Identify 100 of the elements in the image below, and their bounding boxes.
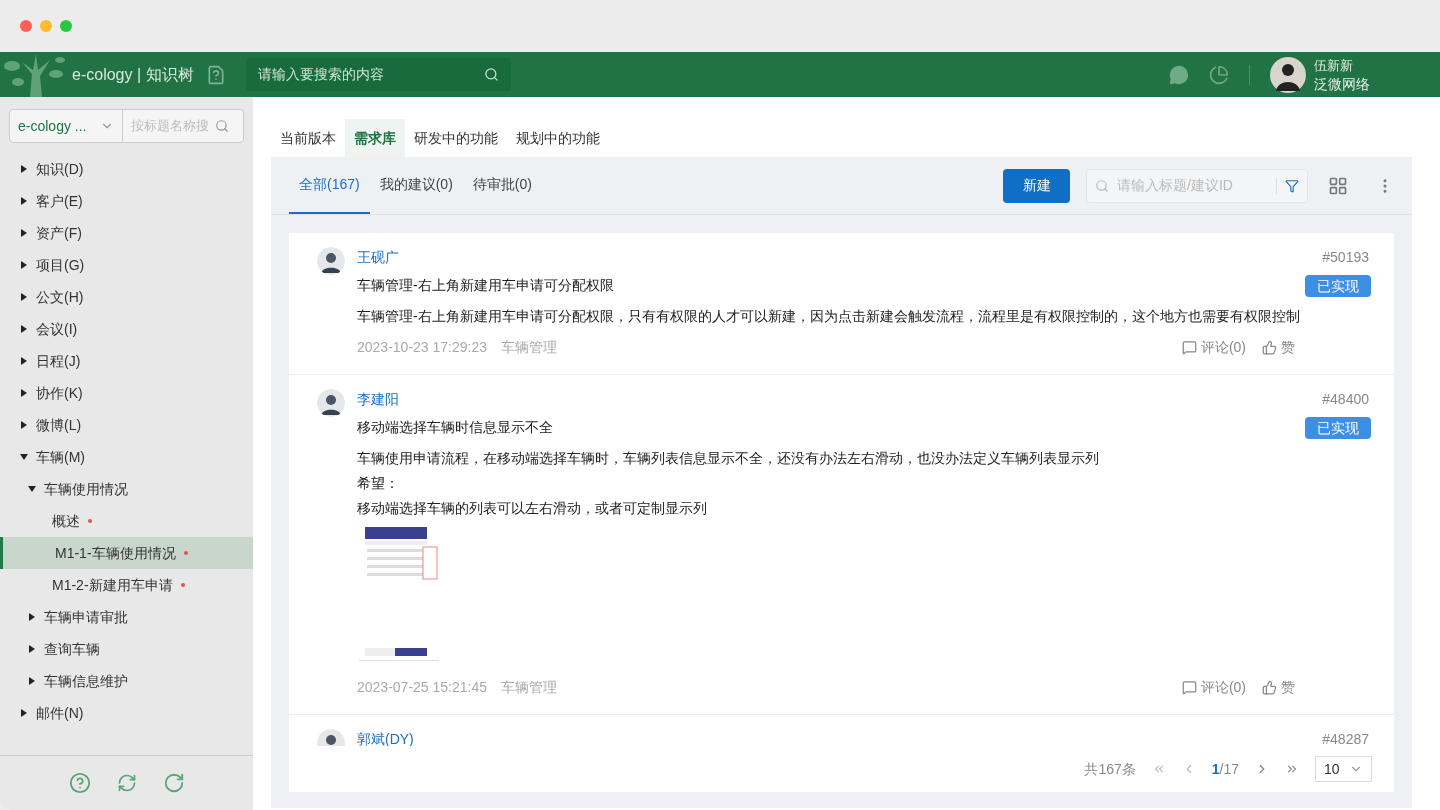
search-field[interactable]: 请输入要搜索的内容 — [245, 58, 511, 91]
tree-label: 会议(I) — [36, 319, 78, 339]
user-avatar[interactable] — [1270, 56, 1306, 93]
tree-item[interactable]: M1-2-新建用车申请 — [0, 569, 253, 601]
post-id: #50193 — [1322, 247, 1369, 267]
collapsed-triangle-icon[interactable] — [28, 677, 36, 685]
post-text: 车辆管理-右上角新建用车申请可分配权限，只有有权限的人才可以新建，因为点击新建会触发流程，流程里是有权限控制的，这个地方也需要有权限控制 — [357, 307, 1300, 326]
tree-item[interactable]: 项目(G) — [0, 249, 253, 281]
like-button[interactable]: 赞 — [1262, 677, 1295, 698]
last-page-icon[interactable] — [1285, 762, 1299, 776]
tree-item[interactable]: 车辆信息维护 — [0, 665, 253, 697]
search-input[interactable]: 请输入要搜索的内容 — [257, 64, 458, 85]
collapsed-triangle-icon[interactable] — [28, 645, 36, 653]
refresh-icon[interactable] — [162, 772, 185, 794]
total-count: 共167条 — [1084, 759, 1136, 779]
author-name[interactable]: 李建阳 — [357, 388, 399, 410]
avatar — [317, 247, 345, 275]
tree-item[interactable]: 车辆(M) — [0, 441, 253, 473]
collapsed-triangle-icon[interactable] — [20, 421, 28, 429]
collapsed-triangle-icon[interactable] — [20, 165, 28, 173]
chat-icon[interactable] — [1169, 64, 1189, 85]
tree-item[interactable]: 会议(I) — [0, 313, 253, 345]
author-name[interactable]: 郭斌(DY) — [357, 728, 414, 746]
page-size-select[interactable]: 10 — [1315, 756, 1372, 782]
tree-label: 车辆申请审批 — [44, 607, 128, 627]
filter-tab[interactable]: 待审批(0) — [462, 157, 542, 214]
post-id: #48400 — [1322, 389, 1369, 409]
tree-label: 车辆使用情况 — [44, 479, 128, 499]
post-category: 车辆管理 — [501, 678, 557, 697]
tree-label: 车辆信息维护 — [44, 671, 128, 691]
tree-item[interactable]: 微博(L) — [0, 409, 253, 441]
switch-icon[interactable] — [116, 773, 137, 793]
filter-tab[interactable]: 全部(167) — [289, 157, 370, 214]
post-title[interactable]: 移动端选择车辆时信息显示不全 — [357, 417, 1099, 438]
tree-label: 项目(G) — [36, 255, 85, 275]
tree-item[interactable]: 客户(E) — [0, 185, 253, 217]
post-category: 车辆管理 — [501, 338, 557, 357]
tree-label: 资产(F) — [36, 223, 82, 243]
status-badge: 已实现 — [1305, 417, 1371, 439]
collapsed-triangle-icon[interactable] — [20, 389, 28, 397]
post-text: 希望： — [357, 474, 400, 493]
expanded-triangle-icon[interactable] — [20, 453, 28, 461]
filter-tab[interactable]: 我的建议(0) — [369, 157, 463, 214]
id-search-input[interactable]: 请输入标题/建议ID — [1117, 175, 1268, 196]
avatar — [317, 389, 345, 417]
new-button[interactable]: 新建 — [1003, 168, 1070, 203]
id-search-field[interactable]: 请输入标题/建议ID — [1086, 168, 1308, 203]
collapsed-triangle-icon[interactable] — [20, 197, 28, 205]
tree-item[interactable]: 协作(K) — [0, 377, 253, 409]
post-text: 车辆使用申请流程，在移动端选择车辆时，车辆列表信息显示不全，还没有办法左右滑动，也没办法定义车辆列表显示列 — [357, 449, 1099, 468]
tree-item[interactable]: 资产(F) — [0, 217, 253, 249]
collapsed-triangle-icon[interactable] — [20, 293, 28, 301]
post-title[interactable]: 车辆管理-右上角新建用车申请可分配权限 — [357, 275, 1300, 296]
tree-item[interactable]: 邮件(N) — [0, 697, 253, 729]
tree-label: 日程(J) — [36, 351, 81, 371]
thumbs-up-icon — [1262, 340, 1277, 355]
collapsed-triangle-icon[interactable] — [20, 325, 28, 333]
search-icon[interactable] — [483, 67, 499, 82]
tree-label: 公文(H) — [36, 287, 84, 307]
help-icon[interactable] — [68, 772, 91, 794]
collapsed-triangle-icon[interactable] — [20, 229, 28, 237]
thumbs-up-icon — [1262, 680, 1277, 695]
tree-label: 知识(D) — [36, 159, 84, 179]
collapsed-triangle-icon[interactable] — [28, 613, 36, 621]
tree-item[interactable]: 公文(H) — [0, 281, 253, 313]
tree-label: 概述 — [52, 511, 80, 531]
filter-icon[interactable] — [1285, 178, 1299, 193]
post-text: 移动端选择车辆的列表可以左右滑动，或者可定制显示列 — [357, 499, 708, 518]
tree-label: 车辆(M) — [36, 447, 85, 467]
post-id: #48287 — [1322, 729, 1369, 746]
tree-item[interactable]: M1-1-车辆使用情况 — [0, 537, 253, 569]
current-page: 1 — [1211, 759, 1220, 779]
tab[interactable]: 当前版本 — [271, 119, 345, 157]
expanded-triangle-icon[interactable] — [28, 485, 36, 493]
status-badge: 已实现 — [1305, 275, 1371, 297]
tree-label: M1-1-车辆使用情况 — [55, 543, 176, 563]
pie-chart-icon[interactable] — [1209, 64, 1229, 85]
tree-label: 邮件(N) — [36, 703, 84, 723]
comment-button[interactable]: 评论(0) — [1181, 337, 1246, 358]
tree-item[interactable]: 知识(D) — [0, 153, 253, 185]
tree-item[interactable]: 车辆申请审批 — [0, 601, 253, 633]
collapsed-triangle-icon[interactable] — [20, 357, 28, 365]
author-name[interactable]: 王砚广 — [357, 246, 399, 268]
tree-item[interactable]: 查询车辆 — [0, 633, 253, 665]
tree-label: 查询车辆 — [44, 639, 100, 659]
tab[interactable]: 研发中的功能 — [405, 119, 507, 157]
tab[interactable]: 需求库 — [345, 119, 405, 157]
tree-item[interactable]: 概述 — [0, 505, 253, 537]
collapsed-triangle-icon[interactable] — [20, 261, 28, 269]
like-button[interactable]: 赞 — [1262, 337, 1295, 358]
tree-item[interactable]: 日程(J) — [0, 345, 253, 377]
tab[interactable]: 规划中的功能 — [507, 119, 609, 157]
post-time: 2023-07-25 15:21:45 — [357, 678, 487, 697]
collapsed-triangle-icon[interactable] — [20, 709, 28, 717]
tree-item[interactable]: 车辆使用情况 — [0, 473, 253, 505]
grid-icon[interactable] — [1328, 175, 1348, 196]
tree-label: 客户(E) — [36, 191, 83, 211]
app-title: e-cology | 知识树 — [72, 64, 194, 85]
comment-button[interactable]: 评论(0) — [1181, 677, 1246, 698]
tree-label: 协作(K) — [36, 383, 83, 403]
